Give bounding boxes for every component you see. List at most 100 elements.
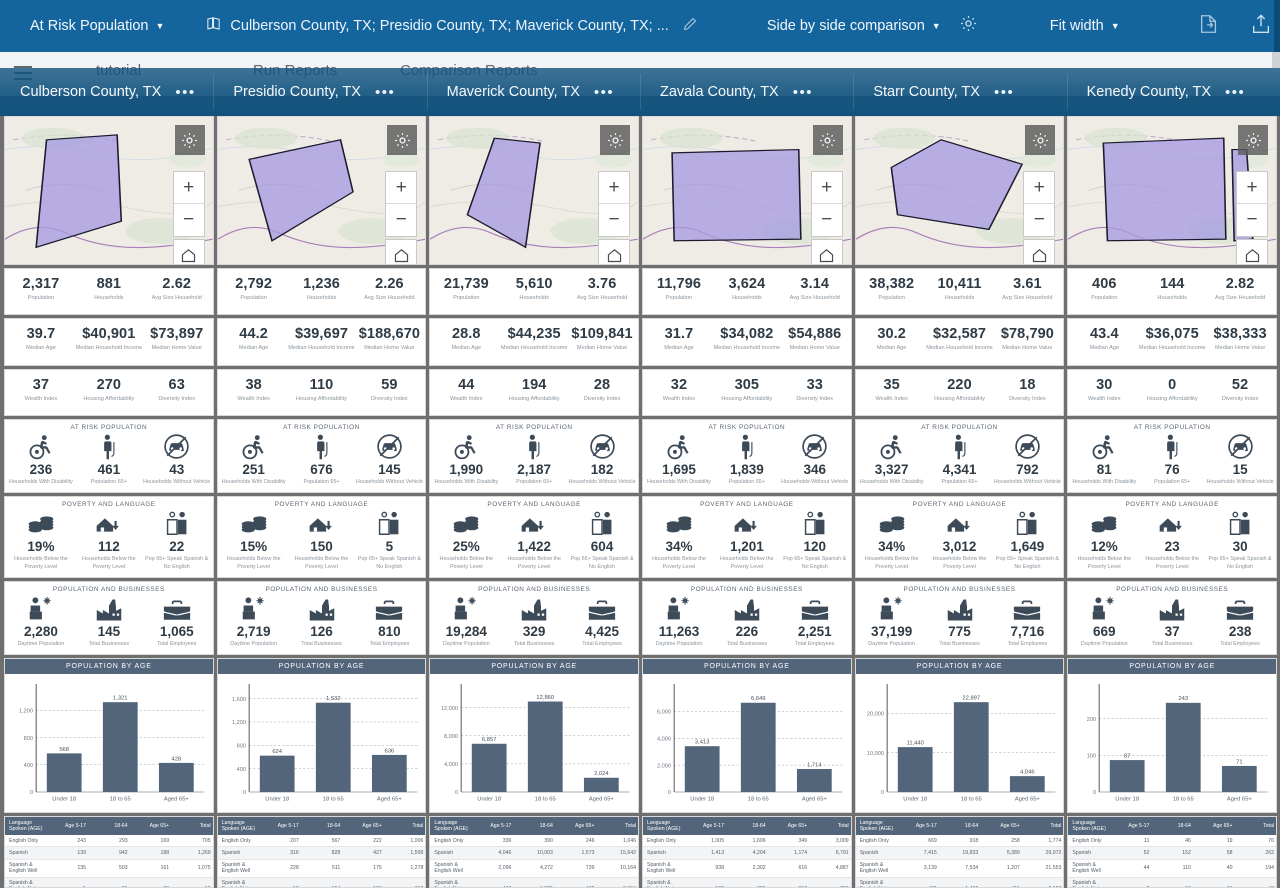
poverty-households-label: Households Below the Poverty Level [294,556,349,570]
vertical-scrollbar[interactable] [1272,52,1280,68]
county-tab-5[interactable]: Kenedy County, TX ••• [1066,68,1280,116]
zoom-out-button[interactable]: − [1237,204,1267,236]
county-tab-menu-icon[interactable]: ••• [994,84,1014,101]
map-home-button[interactable] [1236,239,1269,264]
poverty-percent-label: Households Below the Poverty Level [864,556,919,570]
share-icon[interactable] [1250,13,1272,40]
language-cell: 169 [129,835,172,848]
dataset-dropdown[interactable]: At Risk Population ▼ [30,0,164,52]
avg-household-size-stat: 3.76 Avg Size Household [568,276,636,306]
svg-text:18 to 65: 18 to 65 [960,797,981,803]
map-home-button[interactable] [172,239,205,264]
map-card[interactable]: + − [4,116,214,265]
map-zoom-controls[interactable]: + − [385,171,418,237]
map-zoom-controls[interactable]: + − [172,171,205,237]
person-lang-icon [1206,511,1274,537]
table-header: Age 65+ [1192,817,1235,836]
county-tab-menu-icon[interactable]: ••• [1225,84,1245,101]
population-stat-value: 2,317 [22,275,60,292]
table-header: 18-64 [1151,817,1193,836]
population-65-plus-label: Population 65+ [941,479,978,485]
elderly-icon [75,434,143,460]
county-tab-menu-icon[interactable]: ••• [375,84,395,101]
median-age-stat-label: Median Age [451,345,482,352]
poverty-and-language-section: POVERTY AND LANGUAGE 19% Households Below … [4,496,214,578]
county-tab-menu-icon[interactable]: ••• [175,84,195,101]
chart-title: POPULATION BY AGE [217,659,426,675]
table-row: Spanish 316 828 427 1,599 [217,846,426,860]
county-tab-0[interactable]: Culberson County, TX ••• [0,68,213,116]
map-settings-gear-icon[interactable] [600,125,631,155]
map-home-button[interactable] [1023,239,1056,264]
daytime-population-value: 2,280 [24,623,58,639]
zoom-in-button[interactable]: + [811,172,842,204]
total-businesses-label: Total Businesses [513,640,555,647]
svg-text:71: 71 [1236,760,1242,766]
population-65-plus-value: 676 [310,462,333,477]
export-icon[interactable] [1198,13,1220,40]
pencil-icon[interactable] [683,17,697,36]
bar [584,777,620,793]
map-settings-gear-icon[interactable] [174,125,205,155]
county-tab-label: Presidio County, TX [233,84,361,100]
county-tab-4[interactable]: Starr County, TX ••• [853,68,1066,116]
daytime-population-value: 11,263 [658,623,700,639]
county-tab-menu-icon[interactable]: ••• [594,84,614,101]
map-home-button[interactable] [385,239,418,264]
map-zoom-controls[interactable]: + − [1023,171,1056,237]
county-tab-3[interactable]: Zavala County, TX ••• [639,68,853,116]
zoom-out-button[interactable]: − [812,204,842,236]
person-lang-icon [568,511,636,537]
map-zoom-controls[interactable]: + − [598,171,631,237]
map-card[interactable]: + − [429,116,640,265]
county-tab-2[interactable]: Maverick County, TX ••• [426,68,640,116]
map-card[interactable]: + − [216,116,427,265]
zoom-in-button[interactable]: + [1024,172,1055,204]
county-tab-1[interactable]: Presidio County, TX ••• [213,68,426,116]
zoom-in-button[interactable]: + [173,172,204,204]
county-tab-menu-icon[interactable]: ••• [793,84,813,101]
diversity-index-stat-value: 33 [806,376,823,393]
language-cell: 24 [1151,877,1193,887]
no-vehicle-icon [993,434,1061,460]
map-card[interactable]: + − [1067,116,1278,265]
map-home-button[interactable] [598,239,631,264]
zoom-out-button[interactable]: − [599,204,629,236]
comparison-mode-dropdown[interactable]: Side by side comparison ▼ [767,0,941,52]
map-card[interactable]: + − [642,116,852,265]
poverty-and-language-section: POVERTY AND LANGUAGE 12% Households Below … [1067,496,1278,578]
income-summary-row: 39.7 Median Age $40,901 Median Household In… [4,318,214,366]
zoom-in-button[interactable]: + [1237,172,1268,204]
housing-affordability-stat-label: Housing Affordability [83,395,135,402]
median-home-value-stat-value: $54,886 [788,326,842,343]
median-home-value-stat: $188,670 Median Home Value [355,326,423,356]
map-settings-gear-icon[interactable] [387,125,418,155]
table-header: Language Spoken (AGE) [430,817,472,836]
svg-text:0: 0 [1093,790,1096,796]
map-settings-gear-icon[interactable] [1238,125,1269,155]
svg-text:6,000: 6,000 [657,710,671,716]
map-card[interactable]: + − [854,116,1065,265]
households-stat: 881 Households [75,276,143,306]
briefcase-icon [568,596,636,622]
svg-text:4,000: 4,000 [444,762,458,768]
map-home-button[interactable] [810,239,843,264]
zoom-out-button[interactable]: − [386,204,416,236]
map-zoom-controls[interactable]: + − [1236,171,1269,237]
daytime-pop-icon [7,596,75,622]
zoom-in-button[interactable]: + [599,172,630,204]
zoom-in-button[interactable]: + [386,172,417,204]
zoom-out-button[interactable]: − [174,204,204,236]
map-settings-gear-icon[interactable] [1025,125,1056,155]
map-zoom-controls[interactable]: + − [810,171,843,237]
area-selector[interactable]: Culberson County, TX; Presidio County, T… [206,0,669,52]
gear-icon[interactable] [959,14,978,38]
population-and-businesses-section-title: POPULATION AND BUSINESSES [690,585,803,593]
map-settings-gear-icon[interactable] [812,125,843,155]
total-employees-label: Total Employees [794,640,835,647]
fit-dropdown[interactable]: Fit width ▼ [1050,0,1120,52]
population-65-plus-value: 2,187 [517,462,552,477]
avg-household-size-stat-value: 2.82 [1225,275,1255,292]
population-stat-value: 21,739 [443,275,489,292]
zoom-out-button[interactable]: − [1024,204,1054,236]
